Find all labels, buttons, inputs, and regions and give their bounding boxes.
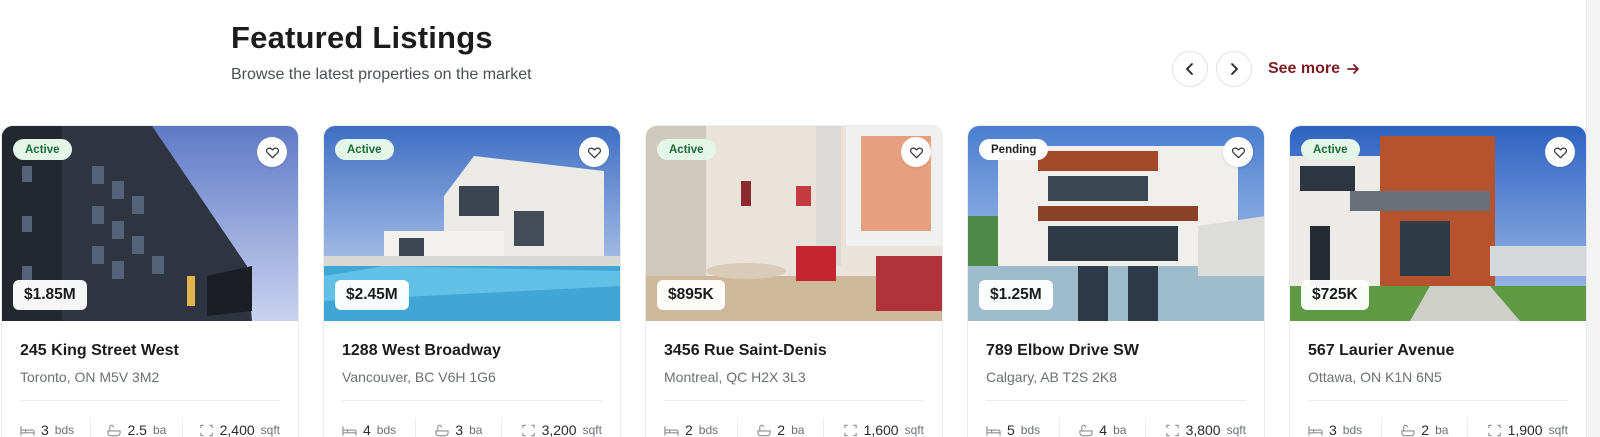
bath-icon — [1079, 424, 1093, 436]
listing-card[interactable]: Active $1.85M 245 King Street West Toron… — [1, 125, 299, 437]
heart-icon — [1231, 147, 1245, 158]
status-badge: Pending — [979, 139, 1049, 160]
price-tag: $1.85M — [13, 280, 87, 310]
listing-card[interactable]: Pending $1.25M 789 Elbow Drive SW Calgar… — [967, 125, 1265, 437]
bath-icon — [435, 424, 449, 436]
listing-city: Toronto, ON M5V 3M2 — [20, 369, 160, 385]
price-tag: $1.25M — [979, 280, 1053, 310]
bed-icon — [1308, 425, 1323, 436]
beds-spec: 2 bds — [664, 422, 718, 437]
favorite-button[interactable] — [1545, 137, 1575, 167]
favorite-button[interactable] — [901, 137, 931, 167]
bath-icon — [1401, 424, 1415, 436]
section-header: Featured Listings Browse the latest prop… — [231, 20, 532, 84]
heart-icon — [265, 147, 279, 158]
listing-specs: 3 bds 2.5 ba 2,400 sqft — [20, 418, 280, 437]
page-scrollbar[interactable] — [1586, 0, 1600, 437]
listing-city: Montreal, QC H2X 3L3 — [664, 369, 806, 385]
area-icon — [843, 424, 857, 436]
listing-card[interactable]: Active $2.45M 1288 West Broadway Vancouv… — [323, 125, 621, 437]
status-badge: Active — [335, 139, 394, 160]
bed-icon — [664, 425, 679, 436]
favorite-button[interactable] — [1223, 137, 1253, 167]
baths-spec: 2.5 ba — [106, 422, 166, 437]
favorite-button[interactable] — [579, 137, 609, 167]
listings-carousel: Active $1.85M 245 King Street West Toron… — [1, 125, 1587, 437]
heart-icon — [909, 147, 923, 158]
divider — [986, 400, 1246, 401]
carousel-controls: See more — [1171, 51, 1360, 87]
bed-icon — [342, 425, 357, 436]
prev-button[interactable] — [1171, 51, 1208, 87]
area-spec: 2,400 sqft — [199, 422, 280, 437]
listing-specs: 3 bds 2 ba 1,900 sqft — [1308, 418, 1568, 437]
bed-icon — [986, 425, 1001, 436]
favorite-button[interactable] — [257, 137, 287, 167]
baths-spec: 3 ba — [434, 422, 482, 437]
beds-spec: 3 bds — [1308, 422, 1362, 437]
divider — [664, 400, 924, 401]
listing-specs: 4 bds 3 ba 3,200 sqft — [342, 418, 602, 437]
area-spec: 1,900 sqft — [1487, 422, 1568, 437]
bath-icon — [757, 424, 771, 436]
baths-spec: 4 ba — [1078, 422, 1126, 437]
divider — [342, 400, 602, 401]
listing-city: Calgary, AB T2S 2K8 — [986, 369, 1117, 385]
listing-address: 567 Laurier Avenue — [1308, 342, 1455, 359]
area-spec: 3,800 sqft — [1165, 422, 1246, 437]
listing-photo: Active $2.45M — [324, 126, 620, 321]
page-title: Featured Listings — [231, 20, 493, 55]
status-badge: Active — [657, 139, 716, 160]
listing-specs: 2 bds 2 ba 1,600 sqft — [664, 418, 924, 437]
arrow-right-icon — [1347, 64, 1359, 74]
divider — [1308, 400, 1568, 401]
area-spec: 1,600 sqft — [843, 422, 924, 437]
see-more-link[interactable]: See more — [1268, 60, 1360, 78]
listing-photo: Active $725K — [1290, 126, 1586, 321]
heart-icon — [1553, 147, 1567, 158]
listing-photo: Active $895K — [646, 126, 942, 321]
listing-photo: Pending $1.25M — [968, 126, 1264, 321]
see-more-label: See more — [1267, 60, 1340, 77]
chevron-left-icon — [1186, 63, 1193, 75]
listing-address: 789 Elbow Drive SW — [986, 342, 1139, 359]
listing-specs: 5 bds 4 ba 3,800 sqft — [986, 418, 1246, 437]
area-icon — [521, 424, 535, 436]
baths-spec: 2 ba — [756, 422, 804, 437]
status-badge: Active — [13, 139, 72, 160]
heart-icon — [587, 147, 601, 158]
area-icon — [199, 424, 213, 436]
listing-card[interactable]: Active $895K 3456 Rue Saint-Denis Montre… — [645, 125, 943, 437]
listing-address: 245 King Street West — [20, 342, 179, 359]
price-tag: $725K — [1301, 280, 1369, 310]
status-badge: Active — [1301, 139, 1360, 160]
listing-card[interactable]: Active $725K 567 Laurier Avenue Ottawa, … — [1289, 125, 1587, 437]
listing-address: 3456 Rue Saint-Denis — [664, 342, 827, 359]
divider — [20, 400, 280, 401]
baths-spec: 2 ba — [1400, 422, 1448, 437]
listing-city: Vancouver, BC V6H 1G6 — [342, 369, 496, 385]
listing-photo: Active $1.85M — [2, 126, 298, 321]
listing-address: 1288 West Broadway — [342, 342, 501, 359]
beds-spec: 4 bds — [342, 422, 396, 437]
price-tag: $2.45M — [335, 280, 409, 310]
bed-icon — [20, 425, 35, 436]
bath-icon — [107, 424, 122, 436]
area-icon — [1165, 424, 1179, 436]
beds-spec: 3 bds — [20, 422, 74, 437]
beds-spec: 5 bds — [986, 422, 1040, 437]
area-spec: 3,200 sqft — [521, 422, 602, 437]
next-button[interactable] — [1215, 51, 1252, 87]
area-icon — [1487, 424, 1501, 436]
page-subtitle: Browse the latest properties on the mark… — [231, 66, 532, 83]
listing-city: Ottawa, ON K1N 6N5 — [1308, 369, 1442, 385]
chevron-right-icon — [1231, 63, 1238, 75]
price-tag: $895K — [657, 280, 725, 310]
